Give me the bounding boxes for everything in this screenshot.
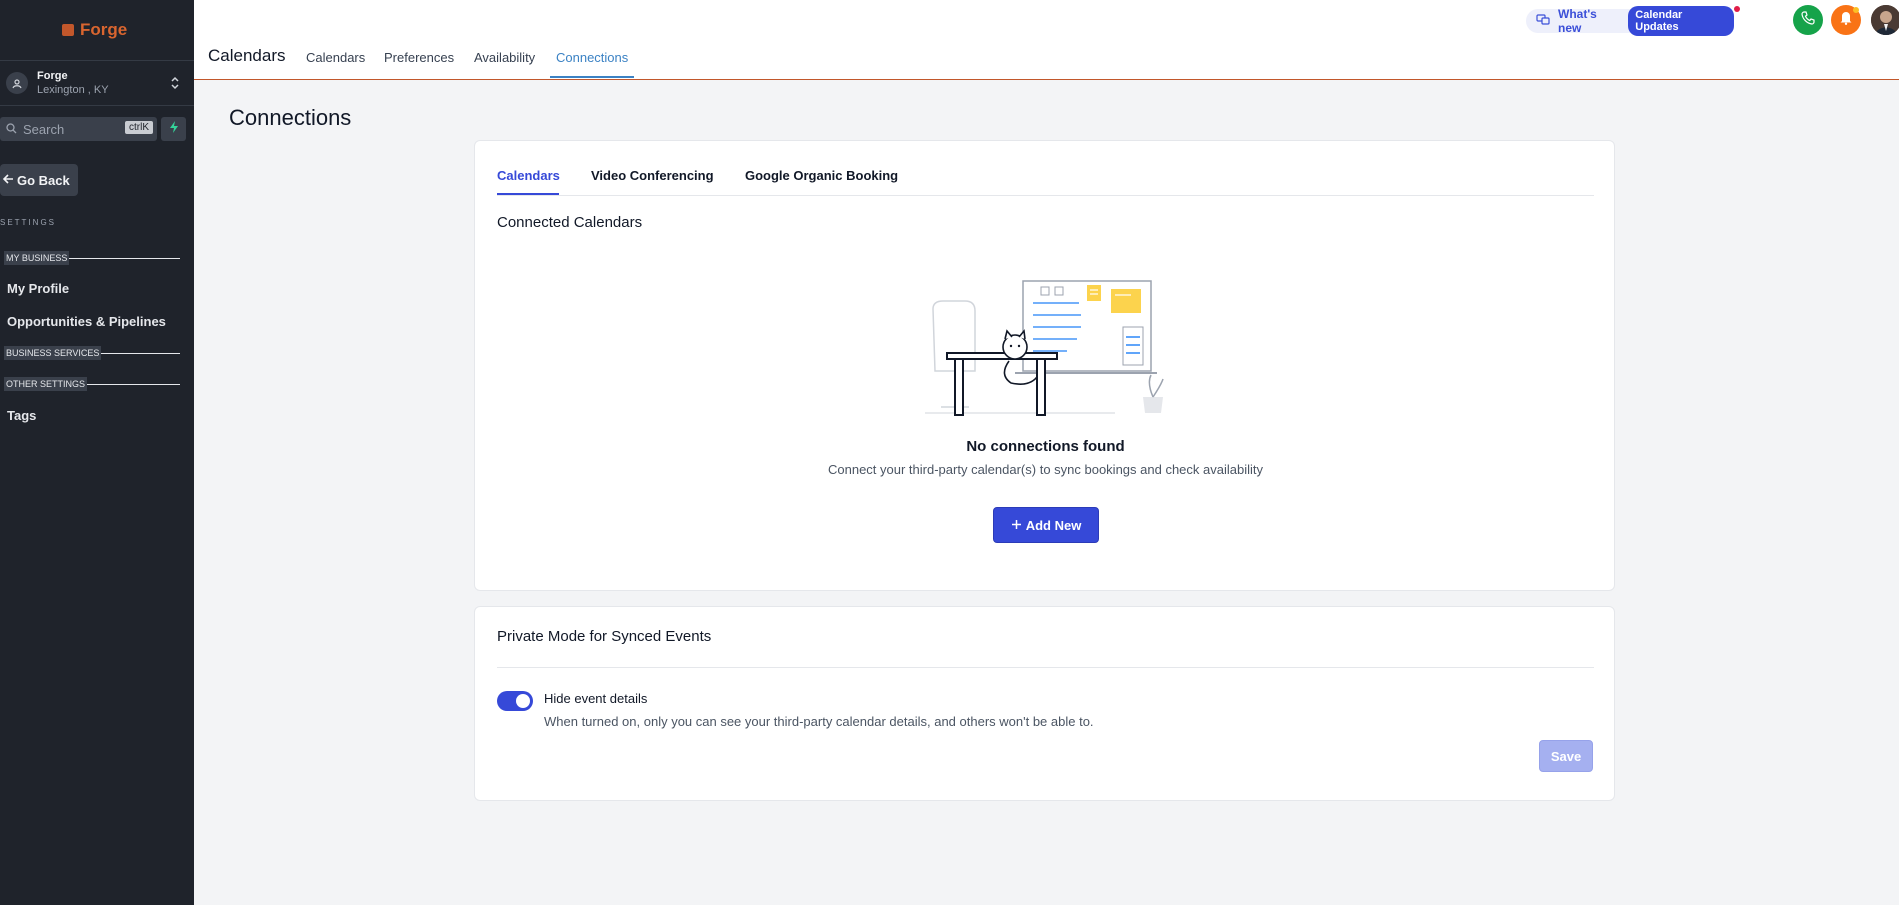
section-label: BUSINESS SERVICES	[4, 346, 102, 360]
save-button[interactable]: Save	[1539, 740, 1593, 772]
avatar-image	[1871, 5, 1899, 35]
toggle-knob	[516, 694, 530, 708]
connected-calendars-card: Calendars Video Conferencing Google Orga…	[474, 140, 1615, 591]
phone-button[interactable]	[1793, 5, 1823, 35]
empty-state-illustration	[925, 280, 1164, 416]
bell-icon	[1839, 10, 1853, 30]
section-label: MY BUSINESS	[4, 251, 70, 265]
active-inner-tab-indicator	[497, 193, 559, 195]
tab-video-conferencing[interactable]: Video Conferencing	[591, 168, 714, 183]
location-city: Lexington , KY	[37, 84, 109, 96]
sidebar-search[interactable]: Search ctrlK	[0, 117, 157, 141]
calendar-updates-badge[interactable]: Calendar Updates	[1628, 6, 1734, 36]
logo[interactable]: Forge	[62, 20, 127, 40]
section-label: OTHER SETTINGS	[4, 377, 88, 391]
add-new-button[interactable]: Add New	[993, 507, 1099, 543]
empty-state-subtitle: Connect your third-party calendar(s) to …	[828, 462, 1263, 477]
card-divider	[497, 667, 1594, 668]
search-placeholder: Search	[23, 121, 65, 137]
notification-dot	[1853, 7, 1859, 13]
top-header: Calendars Calendars Preferences Availabi…	[194, 0, 1899, 80]
section-business-services: BUSINESS SERVICES	[4, 346, 180, 360]
location-switcher[interactable]: Forge Lexington , KY	[0, 60, 194, 106]
arrow-left-icon	[2, 173, 14, 188]
sidebar-item-tags[interactable]: Tags	[7, 408, 36, 423]
empty-state-title: No connections found	[966, 438, 1125, 455]
go-back-button[interactable]: Go Back	[0, 164, 78, 196]
location-name: Forge	[37, 70, 68, 82]
notifications-button[interactable]	[1831, 5, 1861, 35]
hide-event-details-toggle[interactable]	[497, 691, 533, 711]
tab-inner-calendars[interactable]: Calendars	[497, 168, 560, 183]
section-divider	[101, 352, 180, 354]
tab-connections[interactable]: Connections	[556, 50, 628, 65]
megaphone-icon	[1536, 12, 1550, 30]
sidebar-item-opportunities[interactable]: Opportunities & Pipelines	[7, 314, 166, 329]
chevron-up-down-icon	[170, 75, 180, 96]
toggle-label: Hide event details	[544, 691, 648, 706]
logo-text: Forge	[80, 20, 128, 39]
user-avatar[interactable]	[1871, 5, 1899, 35]
go-back-label: Go Back	[17, 172, 70, 188]
section-other-settings: OTHER SETTINGS	[4, 377, 180, 391]
section-my-business: MY BUSINESS	[4, 251, 180, 265]
lightning-icon	[169, 120, 179, 138]
tab-calendars[interactable]: Calendars	[306, 50, 365, 65]
connected-calendars-heading: Connected Calendars	[497, 214, 643, 231]
tab-preferences[interactable]: Preferences	[384, 50, 454, 65]
active-tab-indicator	[550, 76, 634, 78]
quick-action-button[interactable]	[161, 117, 186, 141]
search-icon	[6, 122, 17, 137]
location-pin-icon	[6, 72, 28, 94]
notification-dot	[1734, 6, 1740, 12]
phone-icon	[1801, 10, 1815, 30]
section-divider	[87, 383, 180, 385]
section-title: Connections	[229, 105, 352, 130]
section-divider	[69, 257, 180, 259]
private-mode-card: Private Mode for Synced Events Hide even…	[474, 606, 1615, 801]
settings-label: SETTINGS	[0, 218, 57, 227]
tab-google-organic-booking[interactable]: Google Organic Booking	[745, 168, 898, 183]
search-shortcut-badge: ctrlK	[125, 121, 153, 134]
add-new-label: Add New	[1025, 517, 1082, 533]
plus-icon	[1011, 518, 1022, 533]
page-title: Calendars	[208, 46, 286, 65]
whats-new-label: What's new	[1558, 7, 1597, 35]
toggle-description: When turned on, only you can see your th…	[544, 714, 1094, 729]
private-mode-heading: Private Mode for Synced Events	[497, 628, 712, 645]
tabs-divider	[497, 195, 1594, 196]
whats-new-button[interactable]: What's new Calendar Updates	[1526, 6, 1734, 36]
logo-icon	[62, 24, 74, 36]
tab-availability[interactable]: Availability	[474, 50, 535, 65]
sidebar: Forge Forge Lexington , KY Search ctrlK …	[0, 0, 194, 905]
sidebar-item-my-profile[interactable]: My Profile	[7, 281, 69, 296]
